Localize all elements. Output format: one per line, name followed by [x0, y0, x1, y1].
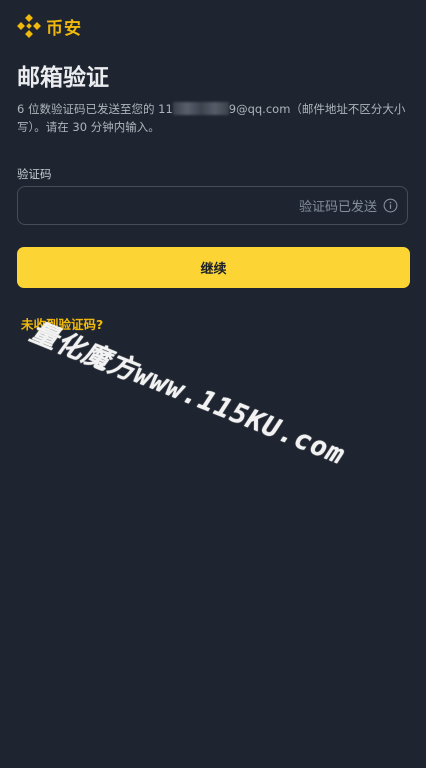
- code-not-received-link[interactable]: 未收到验证码?: [21, 314, 103, 333]
- continue-button[interactable]: 继续: [17, 247, 410, 288]
- masked-email-segment: [172, 102, 229, 115]
- brand-header[interactable]: 币安: [17, 13, 82, 39]
- info-circle-icon[interactable]: [383, 198, 398, 213]
- code-sent-status: 验证码已发送: [298, 200, 377, 215]
- binance-logo-icon: [17, 14, 41, 38]
- description-prefix: 6 位数验证码已发送至您的 11: [17, 102, 173, 116]
- verification-description: 6 位数验证码已发送至您的 11 9@qq.com（邮件地址不区分大小写）。请在 …: [17, 100, 407, 136]
- watermark-text: 量化魔方www.115KU.com: [25, 316, 350, 472]
- verification-code-input[interactable]: [18, 186, 299, 225]
- code-input-container[interactable]: 验证码已发送: [17, 186, 408, 225]
- code-field-label: 验证码: [17, 167, 52, 181]
- page-title: 邮箱验证: [17, 65, 109, 91]
- brand-name: 币安: [46, 18, 82, 39]
